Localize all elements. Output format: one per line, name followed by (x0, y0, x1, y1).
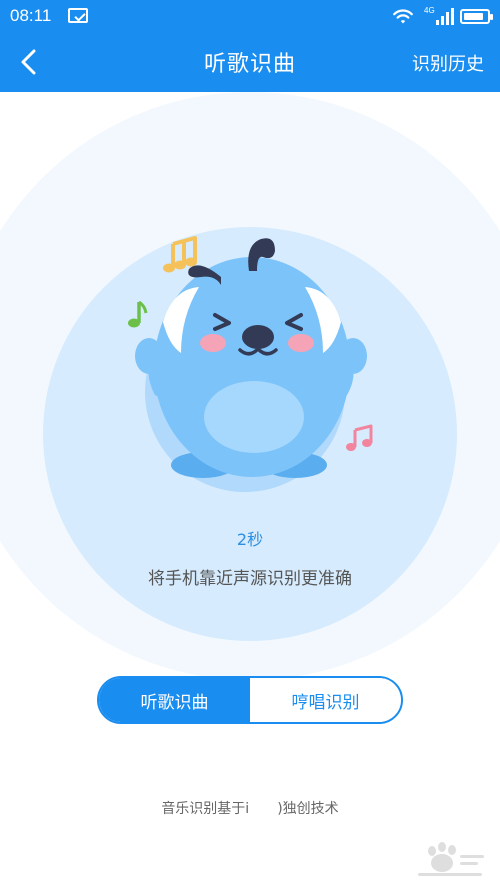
cell-signal-icon: 4G (424, 6, 454, 25)
history-button[interactable]: 识别历史 (412, 50, 484, 76)
status-icons: 4G (392, 5, 493, 27)
recognition-mode-toggle: 听歌识曲 哼唱识别 (97, 676, 403, 724)
back-button[interactable] (14, 46, 46, 78)
tab-humming-recognition[interactable]: 哼唱识别 (250, 678, 401, 722)
battery-icon (460, 8, 493, 24)
baidu-paw-watermark-icon (418, 842, 484, 876)
music-note-green-icon (128, 300, 148, 328)
wifi-icon (393, 9, 413, 24)
listening-area: 2秒 将手机靠近声源识别更准确 听歌识曲 哼唱识别 音乐识别基于i )独创技术 (0, 92, 500, 889)
network-type-label: 4G (424, 6, 435, 15)
notification-image-icon (68, 8, 88, 23)
chevron-left-icon (21, 49, 36, 75)
technology-note: 音乐识别基于i )独创技术 (161, 801, 339, 817)
status-bar: 08:11 4G (0, 0, 500, 32)
tab-song-recognition[interactable]: 听歌识曲 (99, 678, 250, 722)
listening-hint: 将手机靠近声源识别更准确 (148, 569, 352, 589)
listening-timer: 2秒 (236, 530, 264, 549)
app-header: 听歌识曲 识别历史 (0, 32, 500, 92)
battery-level-fill (464, 12, 483, 20)
music-note-pink-icon (346, 424, 373, 451)
status-time: 08:11 (10, 6, 52, 25)
mascot-illustration[interactable] (115, 227, 395, 497)
